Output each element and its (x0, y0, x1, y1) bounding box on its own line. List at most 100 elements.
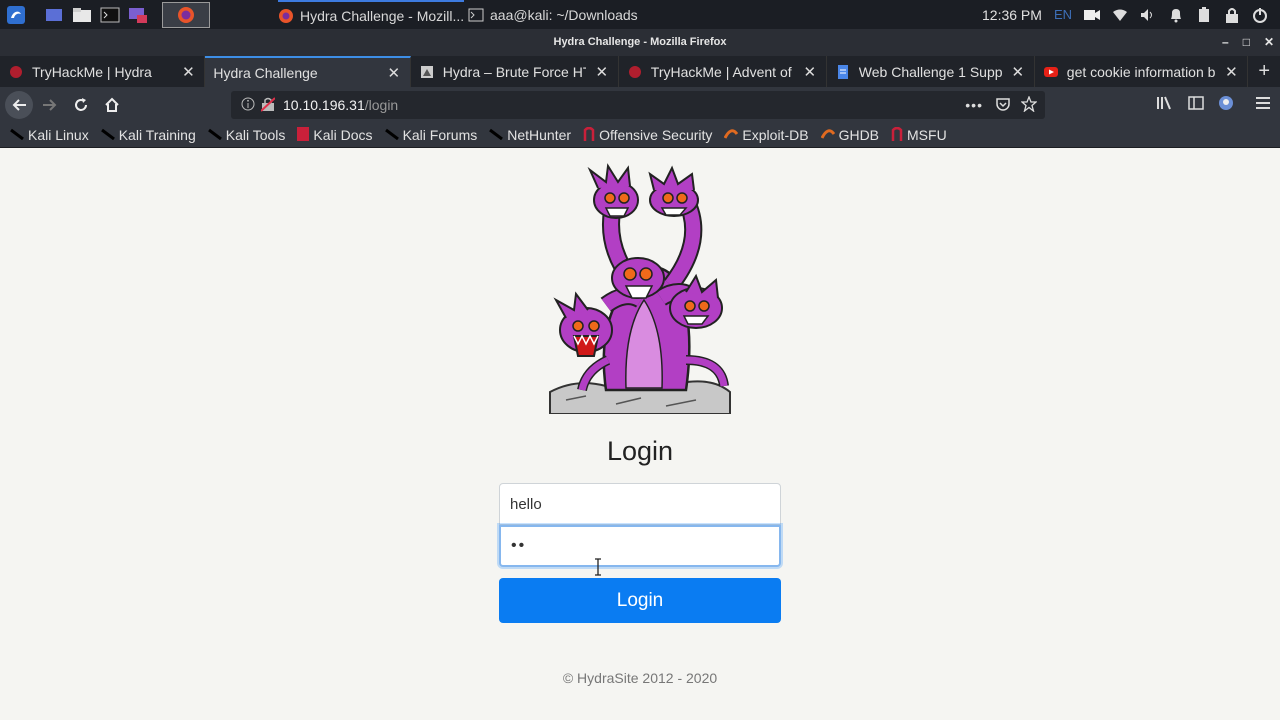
bookmark-kali-tools[interactable]: Kali Tools (207, 127, 285, 143)
wifi-icon[interactable] (1112, 7, 1128, 23)
google-docs-favicon-icon (835, 64, 851, 80)
terminal-icon (468, 8, 484, 21)
hamburger-menu-icon[interactable] (1256, 96, 1270, 114)
tab-hydra-brute-force[interactable]: Hydra – Brute Force HT ✕ (411, 56, 619, 87)
new-tab-button[interactable]: + (1248, 56, 1280, 87)
clock[interactable]: 12:36 PM (982, 7, 1042, 23)
bookmark-kali-forums[interactable]: Kali Forums (384, 127, 477, 143)
bookmarks-toolbar: Kali Linux Kali Training Kali Tools Kali… (0, 123, 1280, 148)
bookmark-label: Exploit-DB (742, 127, 809, 143)
forward-button[interactable] (36, 91, 64, 119)
bookmark-star-icon[interactable] (1020, 94, 1038, 115)
tab-label: TryHackMe | Hydra (32, 63, 152, 80)
tab-get-cookie[interactable]: get cookie information b ✕ (1035, 56, 1249, 87)
kali-dragon-icon (100, 127, 115, 143)
sidebar-icon[interactable] (1188, 95, 1204, 115)
file-manager-icon[interactable] (70, 4, 94, 26)
close-tab-icon[interactable]: ✕ (1223, 63, 1239, 81)
screen-recorder-icon[interactable] (126, 4, 150, 26)
username-input[interactable]: hello (499, 483, 781, 525)
arrow-right-icon (43, 99, 57, 111)
close-tab-icon[interactable]: ✕ (1010, 63, 1026, 81)
exploit-db-icon (820, 127, 835, 143)
bookmark-label: MSFU (907, 127, 947, 143)
tab-tryhackme-advent[interactable]: TryHackMe | Advent of C ✕ (619, 56, 827, 87)
battery-icon[interactable] (1196, 6, 1212, 23)
volume-icon[interactable] (1140, 7, 1156, 23)
tab-label: Hydra Challenge (213, 64, 318, 81)
page-actions-menu-icon[interactable]: ••• (965, 97, 983, 113)
url-text[interactable]: 10.10.196.31/login (283, 97, 398, 113)
bookmark-label: Kali Docs (313, 127, 373, 143)
bookmark-nethunter[interactable]: NetHunter (489, 127, 571, 143)
minimize-icon[interactable]: – (1222, 29, 1229, 56)
youtube-favicon-icon (1043, 64, 1059, 80)
close-tab-icon[interactable]: ✕ (386, 64, 402, 82)
tab-label: Hydra – Brute Force HT (442, 63, 586, 80)
bookmark-label: NetHunter (507, 127, 572, 143)
firefox-launcher-button[interactable] (162, 1, 210, 28)
bookmark-ghdb[interactable]: GHDB (820, 127, 880, 143)
terminal-icon[interactable] (98, 4, 122, 26)
window-titlebar: Hydra Challenge - Mozilla Firefox – □ ✕ (0, 29, 1280, 56)
kali-dragon-icon (489, 127, 504, 143)
firefox-icon (178, 6, 194, 23)
back-button[interactable] (5, 91, 33, 119)
reload-icon (75, 98, 87, 111)
url-bar[interactable]: 10.10.196.31/login ••• (231, 91, 1045, 119)
url-host: 10.10.196.31 (283, 97, 365, 113)
taskbar-item-terminal[interactable]: aaa@kali: ~/Downloads (468, 0, 638, 29)
taskbar-item-firefox[interactable]: Hydra Challenge - Mozill... (278, 0, 465, 29)
taskbar-item-label: Hydra Challenge - Mozill... (300, 7, 465, 24)
kali-menu-icon[interactable] (4, 4, 28, 26)
kali-dragon-icon (10, 127, 24, 143)
window-title: Hydra Challenge - Mozilla Firefox (553, 36, 727, 48)
navigation-toolbar: 10.10.196.31/login ••• (0, 87, 1280, 123)
tab-label: get cookie information b (1066, 63, 1216, 80)
home-icon (105, 97, 119, 112)
kali-dragon-icon (207, 127, 222, 143)
bookmark-exploit-db[interactable]: Exploit-DB (724, 127, 809, 143)
bookmark-kali-docs[interactable]: Kali Docs (297, 126, 373, 144)
lock-icon[interactable] (1224, 7, 1240, 23)
library-icon[interactable] (1156, 95, 1174, 116)
insecure-lock-icon[interactable] (260, 96, 276, 115)
video-camera-icon[interactable] (1084, 7, 1100, 23)
bookmark-kali-training[interactable]: Kali Training (100, 127, 196, 143)
close-icon[interactable]: ✕ (1264, 29, 1274, 56)
login-button[interactable]: Login (499, 578, 781, 623)
reload-button[interactable] (67, 91, 95, 119)
tab-tryhackme-hydra[interactable]: TryHackMe | Hydra ✕ (0, 56, 206, 87)
bookmark-label: Kali Training (118, 127, 196, 143)
url-path: /login (364, 97, 399, 113)
close-tab-icon[interactable]: ✕ (594, 63, 610, 81)
kali-docs-icon (297, 126, 310, 144)
notification-bell-icon[interactable] (1168, 7, 1184, 23)
hydra-logo-image (549, 163, 731, 414)
password-input[interactable]: •• (499, 525, 781, 567)
kali-dragon-icon (384, 127, 399, 143)
account-icon[interactable] (1218, 95, 1234, 116)
info-icon[interactable] (241, 97, 255, 114)
tab-web-challenge[interactable]: Web Challenge 1 Suppor ✕ (827, 56, 1035, 87)
maximize-icon[interactable]: □ (1243, 29, 1250, 56)
firefox-icon (279, 8, 293, 23)
keyboard-layout[interactable]: EN (1054, 7, 1072, 22)
bookmark-msfu[interactable]: MSFU (891, 126, 947, 144)
bookmark-label: GHDB (838, 127, 880, 143)
close-tab-icon[interactable]: ✕ (802, 63, 818, 81)
tab-hydra-challenge[interactable]: Hydra Challenge ✕ (205, 56, 411, 87)
tryhackme-favicon-icon (8, 64, 24, 80)
close-tab-icon[interactable]: ✕ (180, 63, 196, 81)
bookmark-kali-linux[interactable]: Kali Linux (10, 127, 89, 143)
tryhackme-favicon-icon (627, 64, 643, 80)
login-heading: Login (606, 436, 674, 466)
bookmark-offensive-security[interactable]: Offensive Security (583, 126, 712, 144)
show-desktop-icon[interactable] (42, 4, 66, 26)
pocket-icon[interactable] (995, 96, 1011, 115)
copyright-footer: © HydraSite 2012 - 2020 (562, 670, 718, 686)
power-icon[interactable] (1252, 7, 1268, 23)
page-favicon-icon (419, 64, 435, 80)
tab-label: Web Challenge 1 Suppor (858, 63, 1002, 80)
home-button[interactable] (98, 91, 126, 119)
